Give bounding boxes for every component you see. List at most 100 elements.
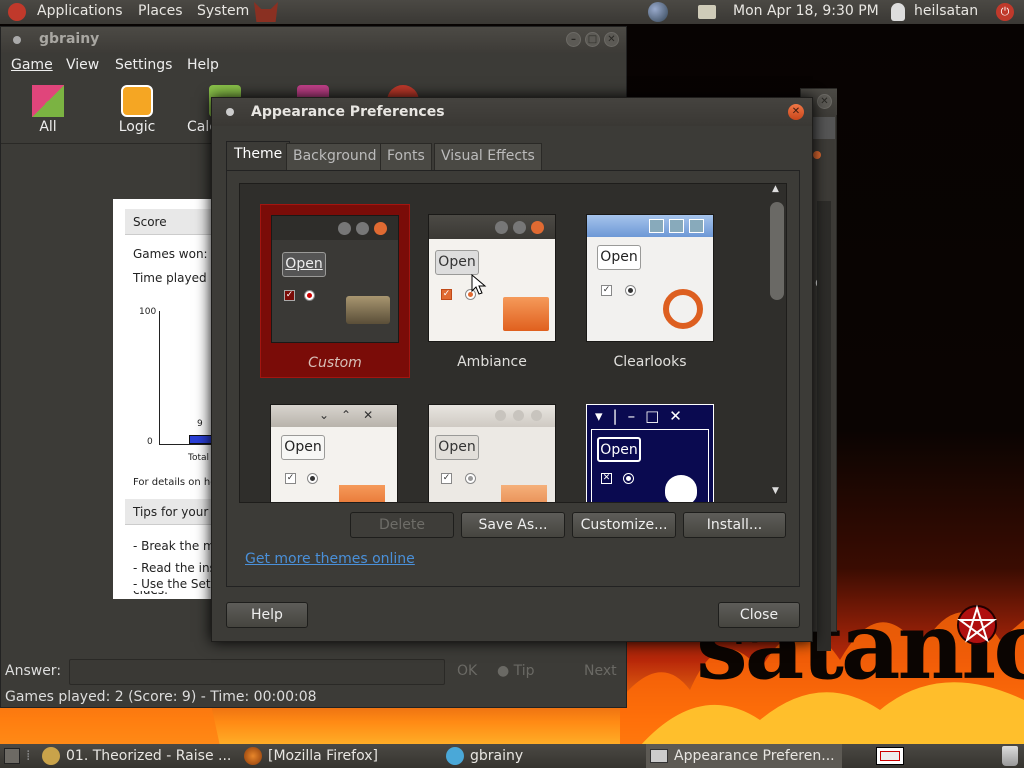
theme-item-clearlooks[interactable]: Open ✓ Clearlooks bbox=[576, 204, 726, 378]
appearance-preferences-dialog[interactable]: Appearance Preferences ✕ Theme Backgroun… bbox=[211, 97, 813, 642]
tab-fonts[interactable]: Fonts bbox=[380, 143, 432, 171]
drive-icon bbox=[346, 296, 390, 324]
scroll-up-icon[interactable]: ▲ bbox=[772, 184, 779, 194]
get-more-themes-link[interactable]: Get more themes online bbox=[245, 551, 415, 567]
window-controls-icon: ▾|–□✕ bbox=[595, 407, 692, 425]
music-player-icon bbox=[42, 747, 60, 765]
window-menu-icon[interactable] bbox=[226, 108, 234, 116]
gbrainy-titlebar[interactable]: gbrainy – □ ✕ bbox=[1, 27, 626, 53]
theme-item-4[interactable]: ⌄⌃✕ Open ✓ bbox=[270, 404, 398, 502]
places-menu[interactable]: Places bbox=[138, 3, 183, 19]
clearlooks-preview: Open ✓ bbox=[586, 214, 714, 342]
theme-list-scrollbar[interactable]: ▲ ▼ bbox=[768, 184, 786, 502]
workspace-switcher[interactable] bbox=[876, 747, 904, 765]
menu-view[interactable]: View bbox=[66, 57, 99, 73]
lightbulb-icon: ● bbox=[497, 663, 510, 679]
welcome-panel: Score Games won: 1 Time played 0 100 0 9… bbox=[113, 199, 213, 599]
close-button[interactable]: Close bbox=[718, 602, 800, 628]
dialog-title: Appearance Preferences bbox=[251, 104, 445, 120]
theme-list[interactable]: Open ✓ Custom Open ✓ Ambiance Open ✓ Cle… bbox=[239, 183, 787, 503]
taskbar-item-firefox[interactable]: [Mozilla Firefox] bbox=[244, 744, 440, 768]
menu-game[interactable]: Game bbox=[11, 57, 53, 73]
tips-heading: Tips for your r bbox=[133, 505, 213, 519]
taskbar-item-rhythmbox[interactable]: 01. Theorized - Raise ... bbox=[42, 744, 238, 768]
user-icon bbox=[891, 3, 905, 21]
theme-name: Ambiance bbox=[457, 354, 527, 370]
system-menu[interactable]: System bbox=[197, 3, 249, 19]
close-icon[interactable]: ✕ bbox=[817, 94, 832, 109]
score-heading: Score bbox=[133, 215, 167, 229]
window-menu-icon[interactable] bbox=[13, 36, 21, 44]
close-icon[interactable]: ✕ bbox=[604, 32, 619, 47]
customize-button[interactable]: Customize... bbox=[572, 512, 676, 538]
theme-item-6[interactable]: ▾|–□✕ Open ✕ bbox=[586, 404, 714, 502]
folder-icon bbox=[503, 297, 549, 331]
window-controls-icon: ⌄⌃✕ bbox=[319, 408, 386, 422]
dialog-titlebar[interactable]: Appearance Preferences ✕ bbox=[212, 98, 812, 126]
folder-icon bbox=[339, 485, 385, 502]
time-played: Time played 0 bbox=[133, 271, 213, 285]
logic-icon bbox=[121, 85, 153, 117]
score-bar bbox=[189, 435, 213, 444]
cat-launcher-icon[interactable] bbox=[254, 2, 278, 22]
bottom-panel: ⁞ 01. Theorized - Raise ... [Mozilla Fir… bbox=[0, 744, 1024, 768]
tip-button[interactable]: ● Tip bbox=[497, 663, 535, 679]
minimize-icon[interactable]: – bbox=[566, 32, 581, 47]
user-menu[interactable]: heilsatan bbox=[914, 3, 978, 19]
mail-icon[interactable] bbox=[698, 5, 716, 19]
window-title: gbrainy bbox=[39, 31, 100, 47]
folder-icon bbox=[501, 485, 547, 502]
trash-icon[interactable] bbox=[1002, 746, 1018, 766]
show-desktop-icon[interactable] bbox=[4, 748, 20, 764]
all-games-icon bbox=[32, 85, 64, 117]
menu-help[interactable]: Help bbox=[187, 57, 219, 73]
ubuntu-logo-icon[interactable] bbox=[8, 3, 26, 21]
tip-line: - Read the inst bbox=[133, 561, 213, 575]
ok-button[interactable]: OK bbox=[457, 663, 477, 679]
taskbar-item-gbrainy[interactable]: gbrainy bbox=[446, 744, 642, 768]
close-icon[interactable]: ✕ bbox=[788, 104, 804, 120]
tab-visual-effects[interactable]: Visual Effects bbox=[434, 143, 542, 171]
taskbar-item-appearance[interactable]: Appearance Preferen... bbox=[646, 744, 842, 768]
custom-preview: Open ✓ bbox=[271, 215, 399, 343]
toolbar-all[interactable]: All bbox=[25, 85, 71, 139]
theme-item-ambiance[interactable]: Open ✓ Ambiance bbox=[418, 204, 568, 378]
orange-tab-icon bbox=[813, 151, 821, 159]
tip-line: - Use the Setti bbox=[133, 577, 213, 591]
ubuntu-logo-icon bbox=[663, 289, 703, 329]
applications-menu[interactable]: Applications bbox=[37, 3, 123, 19]
mouse-cursor-icon bbox=[471, 274, 487, 295]
theme-item-5[interactable]: Open ✓ bbox=[428, 404, 556, 502]
theme-item-custom[interactable]: Open ✓ Custom bbox=[260, 204, 410, 378]
top-panel: Applications Places System Mon Apr 18, 9… bbox=[0, 0, 1024, 24]
gnome-foot-icon bbox=[665, 475, 697, 502]
tab-background[interactable]: Background bbox=[286, 143, 384, 171]
help-button[interactable]: Help bbox=[226, 602, 308, 628]
next-button[interactable]: Next bbox=[584, 663, 617, 679]
maximize-icon[interactable]: □ bbox=[585, 32, 600, 47]
menubar: Game View Settings Help bbox=[1, 53, 626, 79]
tip-line: - Break the me bbox=[133, 539, 213, 553]
theme-name: Custom bbox=[308, 355, 362, 371]
power-icon[interactable]: ⏻ bbox=[996, 3, 1014, 21]
install-button[interactable]: Install... bbox=[683, 512, 786, 538]
pentagram-icon bbox=[956, 604, 998, 646]
separator-icon: ⁞ bbox=[26, 748, 31, 764]
delete-button[interactable]: Delete bbox=[350, 512, 454, 538]
toolbar-logic[interactable]: Logic bbox=[111, 85, 163, 139]
theme-name: Clearlooks bbox=[613, 354, 687, 370]
scroll-down-icon[interactable]: ▼ bbox=[772, 486, 779, 496]
globe-icon[interactable] bbox=[648, 2, 668, 22]
status-bar: Games played: 2 (Score: 9) - Time: 00:00… bbox=[5, 689, 317, 705]
window-buttons-icon bbox=[338, 222, 351, 235]
ambiance-preview: Open ✓ bbox=[428, 214, 556, 342]
answer-input[interactable] bbox=[69, 659, 445, 685]
window-buttons-icon bbox=[495, 221, 508, 234]
firefox-icon bbox=[244, 747, 262, 765]
menu-settings[interactable]: Settings bbox=[115, 57, 172, 73]
tab-theme[interactable]: Theme bbox=[226, 141, 291, 171]
scrollbar-thumb[interactable] bbox=[770, 202, 784, 300]
save-as-button[interactable]: Save As... bbox=[461, 512, 565, 538]
clock[interactable]: Mon Apr 18, 9:30 PM bbox=[733, 3, 879, 19]
gbrainy-icon bbox=[446, 747, 464, 765]
